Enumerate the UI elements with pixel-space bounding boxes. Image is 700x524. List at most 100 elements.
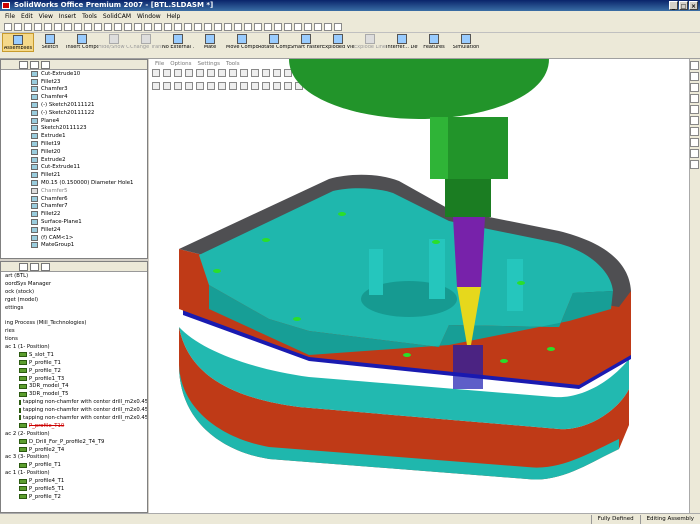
feature-tree-item[interactable]: (-) Sketch20111121 [1,101,147,109]
cam-tab-icon[interactable] [19,263,28,271]
cam-tree-item[interactable]: oordSys Manager [5,280,147,288]
feature-tree-item[interactable]: Fillet23 [1,78,147,86]
toolbar-icon[interactable] [154,22,162,31]
menu-file[interactable]: File [2,13,18,20]
toolbar-icon[interactable] [64,22,72,31]
toolbar-icon[interactable] [134,22,142,31]
toolbar-icon[interactable] [84,22,92,31]
feature-tree-item[interactable]: Chamfer4 [1,93,147,101]
cam-tree-item[interactable]: 3DR_model_T4 [5,382,147,390]
cam-tree-item[interactable]: ries [5,327,147,335]
toolbar-icon[interactable] [264,22,272,31]
toolbar-icon[interactable] [224,22,232,31]
toolbar-icon[interactable] [284,22,292,31]
toolbar-icon[interactable] [184,22,192,31]
toolbar-icon[interactable] [294,22,302,31]
command-12[interactable]: Interfer... Detection [386,33,418,50]
cam-tree-item[interactable]: ac 1 (1- Position) [5,469,147,477]
task-pane-button[interactable] [690,72,699,81]
toolbar-icon[interactable] [234,22,242,31]
toolbar-icon[interactable] [34,22,42,31]
toolbar-icon[interactable] [24,22,32,31]
toolbar-icon[interactable] [114,22,122,31]
feature-tab-icon[interactable] [19,61,28,69]
toolbar-icon[interactable] [54,22,62,31]
close-button[interactable]: × [689,1,698,10]
menu-tools[interactable]: Tools [79,13,100,20]
cam-tree-item[interactable]: ac 2 (2- Position) [5,430,147,438]
task-pane-button[interactable] [690,160,699,169]
toolbar-icon[interactable] [254,22,262,31]
toolbar-icon[interactable] [324,22,332,31]
feature-tree-item[interactable]: Fillet20 [1,148,147,156]
cam-tree-item[interactable]: tapping non-chamfer with center drill_m2… [5,414,147,422]
task-pane-button[interactable] [690,138,699,147]
task-pane-button[interactable] [690,127,699,136]
feature-tree-item[interactable]: Extrude2 [1,156,147,164]
feature-tree-item[interactable]: Fillet21 [1,171,147,179]
toolbar-icon[interactable] [204,22,212,31]
feature-tree-item[interactable]: (f) CAM<1> [1,234,147,242]
feature-tree-item[interactable]: Sketch20111123 [1,125,147,133]
cam-tree-item[interactable]: P_profile2_T4 [5,446,147,454]
toolbar-icon[interactable] [74,22,82,31]
feature-tree-item[interactable]: (-) Sketch20111122 [1,109,147,117]
minimize-button[interactable]: _ [669,1,678,10]
cam-tree-item[interactable]: S_slot_T1 [5,351,147,359]
cam-settings-tab-icon[interactable] [41,263,50,271]
cam-tree-item[interactable]: P_profile_T10 [5,422,147,430]
feature-tree-item[interactable]: Extrude1 [1,132,147,140]
cam-tree-item[interactable]: tapping non-chamfer with center drill_m2… [5,398,147,406]
toolbar-icon[interactable] [194,22,202,31]
cam-tree-item[interactable]: P_profile_T1 [5,461,147,469]
cam-tree-item[interactable]: ock (stock) [5,288,147,296]
feature-tree-item[interactable]: Fillet24 [1,226,147,234]
feature-tree-item[interactable]: Plane4 [1,117,147,125]
cam-tree-item[interactable]: P_profile4_T1 [5,477,147,485]
toolbar-icon[interactable] [334,22,342,31]
command-0[interactable]: Assemblies [2,33,34,52]
feature-tree-item[interactable]: MateGroup1 [1,242,147,250]
cam-tree-item[interactable]: ettings [5,304,147,312]
toolbar-icon[interactable] [214,22,222,31]
cam-tree-item[interactable]: P_profile_T1 [5,359,147,367]
task-pane-button[interactable] [690,149,699,158]
command-11[interactable]: Explode Line Sketch [354,33,386,50]
toolbar-icon[interactable] [174,22,182,31]
toolbar-icon[interactable] [304,22,312,31]
feature-tree-item[interactable]: Chamfer5 [1,187,147,195]
toolbar-icon[interactable] [44,22,52,31]
feature-tree-item[interactable]: Fillet22 [1,210,147,218]
toolbar-icon[interactable] [94,22,102,31]
property-tab-icon[interactable] [30,61,39,69]
command-7[interactable]: Move Component [226,33,258,50]
cam-tree-item[interactable]: ing Process (Mill_Technologies) [5,319,147,327]
cam-tool-tab-icon[interactable] [30,263,39,271]
menu-view[interactable]: View [36,13,56,20]
command-1[interactable]: Sketch [34,33,66,50]
cam-tree-item[interactable]: P_profile_T2 [5,493,147,501]
feature-tree-item[interactable]: Chamfer7 [1,203,147,211]
menu-solidcam[interactable]: SolidCAM [100,13,134,20]
cam-tree-item[interactable]: D_Drill_For_P_profile2_T4_T9 [5,438,147,446]
cam-tree-item[interactable]: P_profile1_T3 [5,375,147,383]
cam-tree-item[interactable]: 3DR_model_T5 [5,390,147,398]
toolbar-icon[interactable] [314,22,322,31]
toolbar-icon[interactable] [4,22,12,31]
command-5[interactable]: No External ... [162,33,194,50]
command-9[interactable]: Smart Fasteners [290,33,322,50]
command-13[interactable]: Features [418,33,450,50]
task-pane-button[interactable] [690,61,699,70]
menu-edit[interactable]: Edit [18,13,36,20]
feature-tree-item[interactable]: Chamfer6 [1,195,147,203]
config-tab-icon[interactable] [41,61,50,69]
toolbar-icon[interactable] [274,22,282,31]
graphics-viewport[interactable]: File Options Settings Tools [149,59,689,513]
command-6[interactable]: Mate [194,33,226,50]
maximize-button[interactable]: □ [679,1,688,10]
task-pane-button[interactable] [690,94,699,103]
menu-window[interactable]: Window [134,13,164,20]
feature-tree-item[interactable]: Fillet19 [1,140,147,148]
command-8[interactable]: Rotate Component [258,33,290,50]
command-14[interactable]: Simulation [450,33,482,50]
